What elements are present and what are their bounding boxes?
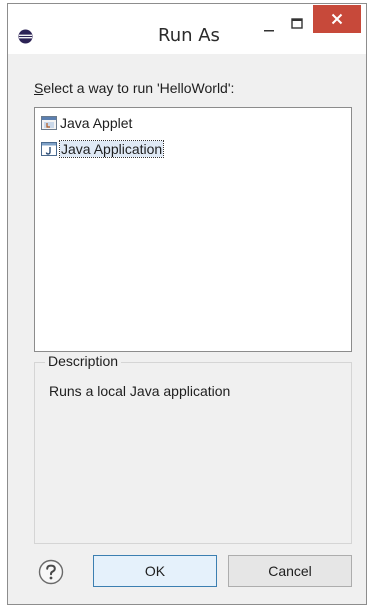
maximize-icon [291, 18, 303, 29]
description-group: Description Runs a local Java applicatio… [34, 353, 352, 544]
java-application-icon [41, 141, 57, 156]
description-text: Runs a local Java application [49, 383, 231, 399]
maximize-button[interactable] [284, 8, 310, 40]
minimize-icon [264, 30, 274, 32]
prompt-text: elect a way to run 'HelloWorld': [43, 80, 235, 96]
close-button[interactable] [313, 5, 361, 33]
list-item-label: Java Applet [60, 114, 133, 131]
close-icon [331, 13, 343, 25]
minimize-button[interactable] [256, 14, 282, 46]
java-applet-icon [41, 115, 57, 130]
ok-button[interactable]: OK [93, 555, 217, 587]
prompt-label: Select a way to run 'HelloWorld': [34, 80, 234, 96]
description-legend: Description [45, 353, 122, 369]
title-bar[interactable]: Run As [8, 4, 366, 54]
window-title: Run As [158, 25, 220, 46]
list-item-label: Java Application [58, 139, 165, 158]
launch-type-list[interactable]: Java Applet Java Application [34, 107, 352, 352]
cancel-button[interactable]: Cancel [228, 555, 352, 587]
list-item-java-application[interactable]: Java Application [41, 137, 351, 160]
prompt-accelerator: S [34, 80, 44, 96]
list-item-java-applet[interactable]: Java Applet [41, 111, 351, 134]
help-icon[interactable] [38, 559, 64, 585]
dialog-body: Select a way to run 'HelloWorld': Java A… [9, 55, 365, 603]
run-as-dialog: Run As Select a way to run 'HelloWorld': [7, 3, 367, 605]
eclipse-icon [18, 29, 33, 44]
